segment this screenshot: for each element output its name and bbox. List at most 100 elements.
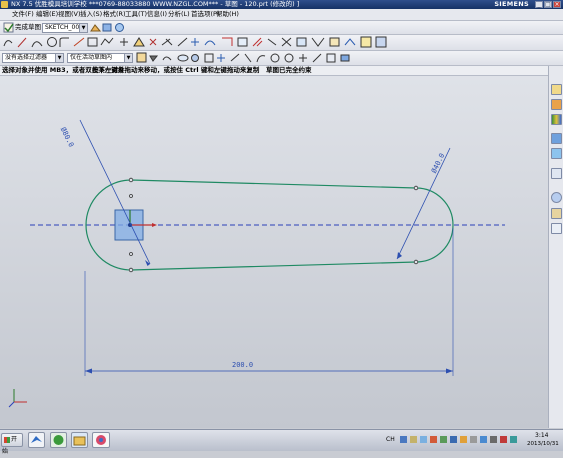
- trim-icon: [149, 38, 157, 46]
- window-select-icon: [204, 53, 214, 63]
- menu-analysis[interactable]: 分析(L): [168, 10, 190, 19]
- reattach-icon[interactable]: [102, 22, 113, 33]
- windows-logo-icon: [4, 437, 10, 443]
- menu-help[interactable]: 帮助(H): [216, 10, 239, 19]
- snap-intersection-icon: [256, 55, 266, 63]
- endpoint-marker[interactable]: [128, 177, 134, 183]
- prompt-hint: 按下左键并拖动来移动，或按住 Ctrl 键和左键拖动来复制: [92, 66, 260, 74]
- clock-icon[interactable]: [551, 192, 562, 203]
- create-inferred-icon: [344, 38, 356, 46]
- start-button[interactable]: 开始: [1, 433, 23, 455]
- dim-arrow-icon: [446, 368, 453, 374]
- snap-quadrant-icon: [284, 53, 294, 63]
- extend-icon: [161, 38, 173, 46]
- selection-intent-icon: [177, 54, 189, 62]
- scope-combo[interactable]: 仅在活动草图内 ▼: [67, 53, 133, 63]
- roles-icon[interactable]: [551, 223, 562, 234]
- dim-right-leader[interactable]: [396, 147, 451, 260]
- minimize-button[interactable]: _: [535, 1, 543, 8]
- history-icon[interactable]: [551, 168, 562, 179]
- corner-icon: [177, 37, 188, 47]
- menu-insert[interactable]: 插入(S): [80, 10, 102, 19]
- line-icon: [17, 37, 27, 48]
- web-browser-icon[interactable]: [551, 148, 562, 159]
- fillet-icon: [59, 37, 69, 47]
- infer-icon: [329, 37, 340, 47]
- app-icon: [1, 1, 8, 8]
- chevron-down-icon[interactable]: ▼: [55, 54, 63, 62]
- snap-on-curve-icon: [312, 53, 322, 63]
- toolbar-curves: [0, 35, 563, 51]
- finish-sketch-icon[interactable]: [3, 22, 14, 33]
- dim-length-text[interactable]: 200.0: [232, 361, 253, 369]
- relations-browser-icon: [375, 36, 387, 48]
- ime-indicator[interactable]: CH: [386, 436, 395, 443]
- assembly-navigator-icon[interactable]: [551, 84, 562, 95]
- point-constructor-icon: [340, 54, 350, 62]
- arc-icon: [31, 41, 43, 48]
- snap-midpoint-icon: [230, 53, 240, 62]
- circle-icon: [47, 37, 57, 47]
- menu-view[interactable]: 视图(V): [58, 10, 81, 19]
- toolbar-selection: 没有选择过滤器 ▼ 仅在活动草图内 ▼: [0, 51, 563, 66]
- toolbar-sketch: 完成草图 SKETCH_000 ▼: [0, 21, 563, 35]
- profile-icon: [3, 40, 13, 47]
- menu-edit[interactable]: 编辑(E): [36, 10, 58, 19]
- tangent-marker: [129, 194, 133, 198]
- quicklaunch-bird-icon[interactable]: [28, 432, 45, 448]
- curve-tools: [3, 36, 387, 48]
- system-materials-icon[interactable]: [551, 208, 562, 219]
- endpoint-marker[interactable]: [413, 259, 419, 265]
- project-icon: [204, 40, 216, 46]
- maximize-button[interactable]: □: [544, 1, 552, 8]
- polygon-icon: [100, 37, 114, 46]
- taskbar: 开始 CH 3:14 2013/10/31: [0, 429, 563, 455]
- rectangle-icon: [87, 37, 98, 47]
- clock-date[interactable]: 2013/10/31: [527, 441, 559, 448]
- title-bar: NX 7.5 优胜模具培训学校 ***0769-88033880 WWW.NZG…: [0, 0, 563, 9]
- menu-info[interactable]: 信息(I): [147, 10, 167, 19]
- brand-logo: SIEMENS: [494, 0, 529, 8]
- scope-value: 仅在活动草图内: [70, 54, 113, 61]
- close-button[interactable]: ×: [553, 1, 561, 8]
- orient-view-icon[interactable]: [90, 22, 102, 33]
- nx-app-icon[interactable]: [92, 432, 110, 448]
- sketch-name-value: SKETCH_000: [45, 24, 84, 31]
- resource-bar: [548, 66, 563, 428]
- finish-sketch-label[interactable]: 完成草图: [15, 23, 41, 32]
- clock-time[interactable]: 3:14: [535, 432, 548, 439]
- type-filter-combo[interactable]: 没有选择过滤器 ▼: [2, 53, 64, 63]
- dim-arrow-icon: [85, 368, 92, 374]
- chevron-down-icon[interactable]: ▼: [124, 54, 132, 62]
- menu-format[interactable]: 格式(R): [103, 10, 126, 19]
- x-axis-arrow-icon: [152, 223, 157, 227]
- type-filter-value: 没有选择过滤器: [5, 54, 48, 61]
- feature-select-icon: [191, 54, 199, 62]
- browser-icon[interactable]: [50, 432, 67, 448]
- menu-file[interactable]: 文件(F): [12, 10, 34, 19]
- prompt-line: 选择对象并使用 MB3，或者双击某一对象 按下左键并拖动来移动，或按住 Ctrl…: [0, 66, 548, 76]
- mirror-icon: [191, 38, 199, 46]
- dim-left-leader[interactable]: [79, 119, 151, 265]
- offset-icon: [133, 37, 145, 47]
- part-navigator-icon[interactable]: [551, 114, 562, 125]
- menu-tools[interactable]: 工具(T): [125, 10, 147, 19]
- snap-center-icon: [270, 53, 280, 63]
- endpoint-marker[interactable]: [128, 267, 134, 273]
- folder-icon[interactable]: [71, 432, 88, 448]
- view-triad: [8, 389, 27, 408]
- sketch-status: 草图已完全约束: [266, 66, 312, 74]
- endpoint-marker[interactable]: [413, 185, 419, 191]
- menu-bar: 文件(F) 编辑(E) 视图(V) 插入(S) 格式(R) 工具(T) 信息(I…: [0, 9, 563, 21]
- constraint-icon: [237, 37, 248, 47]
- sketch-name-combo[interactable]: SKETCH_000 ▼: [42, 23, 88, 33]
- chevron-down-icon[interactable]: ▼: [79, 24, 87, 32]
- update-model-icon[interactable]: [114, 22, 125, 33]
- auto-constraint-icon: [252, 37, 263, 47]
- reuse-library-icon[interactable]: [551, 133, 562, 144]
- point-icon: [120, 38, 128, 46]
- constraint-navigator-icon[interactable]: [551, 99, 562, 110]
- graphics-window[interactable]: Ø80.0 Ø40.0 200.0: [0, 76, 548, 428]
- selection-tools: [136, 52, 350, 63]
- snap-control-icon: [244, 53, 252, 63]
